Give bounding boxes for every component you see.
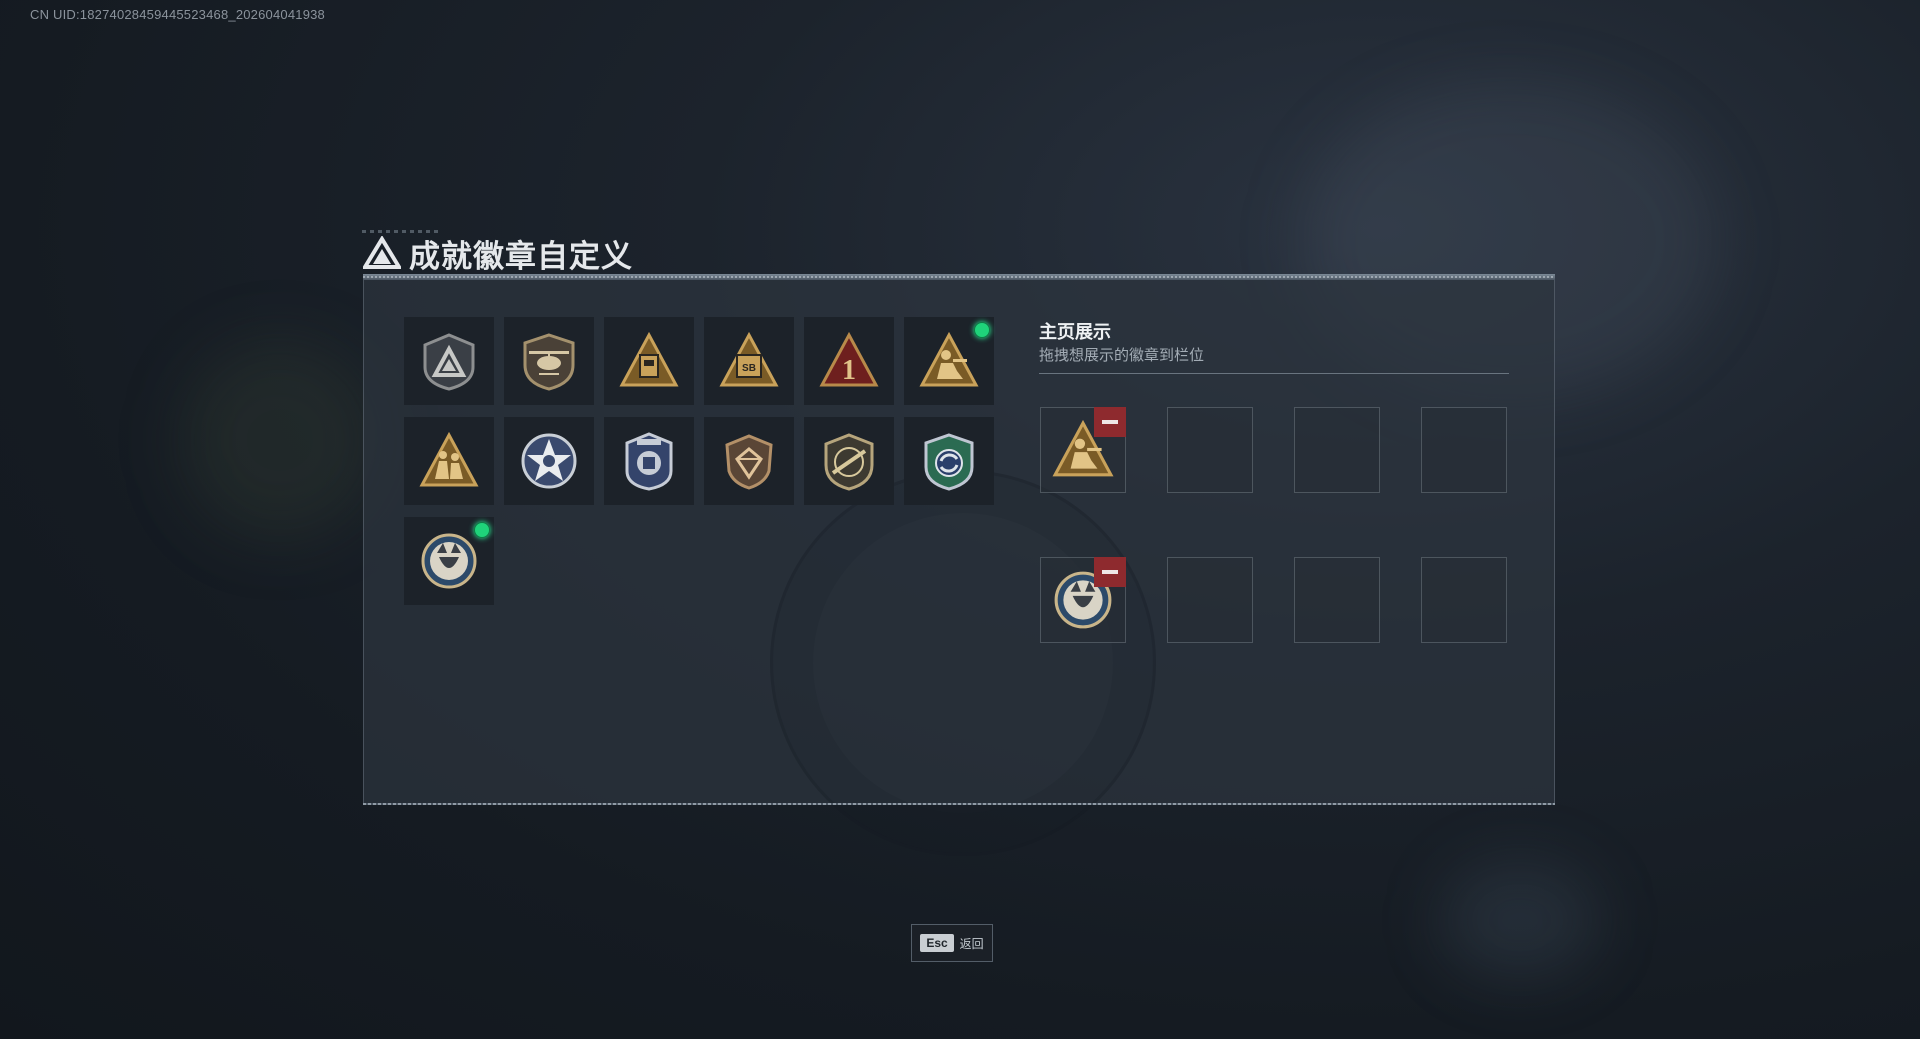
star-skull-medal-badge-icon: [521, 433, 577, 489]
svg-text:1: 1: [842, 355, 856, 386]
number-one-red-pyramid-badge-icon: 1: [819, 331, 879, 387]
showcase-slot-filled[interactable]: [1040, 407, 1126, 493]
badge-item[interactable]: [604, 417, 694, 505]
green-cycle-shield-badge-icon: [924, 433, 974, 491]
badge-item[interactable]: 1: [804, 317, 894, 405]
page-title-text: 成就徽章自定义: [409, 238, 633, 274]
background-glow: [1440, 860, 1600, 980]
showcase-slot-empty[interactable]: [1294, 407, 1380, 493]
panel-bottom-border: [363, 803, 1555, 805]
uid-label: CN UID:18274028459445523468_202604041938: [30, 7, 325, 22]
sb-crate-pyramid-badge-icon: SB: [719, 331, 779, 387]
new-indicator-dot: [974, 322, 990, 338]
diamond-shield-badge-icon: [725, 434, 773, 490]
svg-text:SB: SB: [742, 363, 756, 374]
back-label: 返回: [959, 936, 984, 951]
wolf-round-badge-icon: [421, 533, 477, 589]
badge-item[interactable]: [404, 317, 494, 405]
esc-key-icon: Esc: [920, 934, 954, 952]
badge-item[interactable]: SB: [704, 317, 794, 405]
page-title: 成就徽章自定义: [363, 232, 633, 274]
badge-item[interactable]: [404, 517, 494, 605]
showcase-slot-empty[interactable]: [1421, 407, 1507, 493]
showcase-slot-empty[interactable]: [1167, 407, 1253, 493]
new-indicator-dot: [474, 522, 490, 538]
minus-icon: [1102, 570, 1118, 574]
showcase-subtitle: 拖拽想展示的徽章到栏位: [1039, 347, 1205, 364]
blue-police-emblem-badge-icon: [625, 432, 673, 491]
badge-item[interactable]: [704, 417, 794, 505]
badge-item[interactable]: [904, 317, 994, 405]
badge-item[interactable]: [504, 417, 594, 505]
badge-item[interactable]: [404, 417, 494, 505]
back-button[interactable]: Esc 返回: [911, 924, 993, 962]
remove-badge-button[interactable]: [1094, 407, 1126, 437]
showcase-title: 主页展示: [1039, 322, 1111, 342]
kneeling-soldier-pyramid-badge-icon: [919, 331, 979, 387]
badge-item[interactable]: [604, 317, 694, 405]
showcase-slot-filled[interactable]: [1040, 557, 1126, 643]
showcase-divider: [1039, 373, 1509, 374]
helicopter-shield-badge-icon: [523, 333, 575, 391]
golden-tablet-pyramid-badge-icon: [619, 331, 679, 387]
background-watermark: [770, 470, 1156, 856]
showcase-slot-empty[interactable]: [1167, 557, 1253, 643]
delta-logo-icon: [363, 236, 401, 269]
background-glow: [180, 340, 380, 540]
triangle-emblem-shield-badge-icon: [423, 333, 475, 391]
showcase-slot-empty[interactable]: [1294, 557, 1380, 643]
badge-item[interactable]: [904, 417, 994, 505]
badge-item[interactable]: [504, 317, 594, 405]
remove-badge-button[interactable]: [1094, 557, 1126, 587]
rifle-shield-badge-icon: [824, 433, 874, 491]
minus-icon: [1102, 420, 1118, 424]
panel-top-border: [363, 274, 1555, 280]
showcase-slot-empty[interactable]: [1421, 557, 1507, 643]
badge-item[interactable]: [804, 417, 894, 505]
soldiers-pyramid-badge-icon: [419, 431, 479, 487]
